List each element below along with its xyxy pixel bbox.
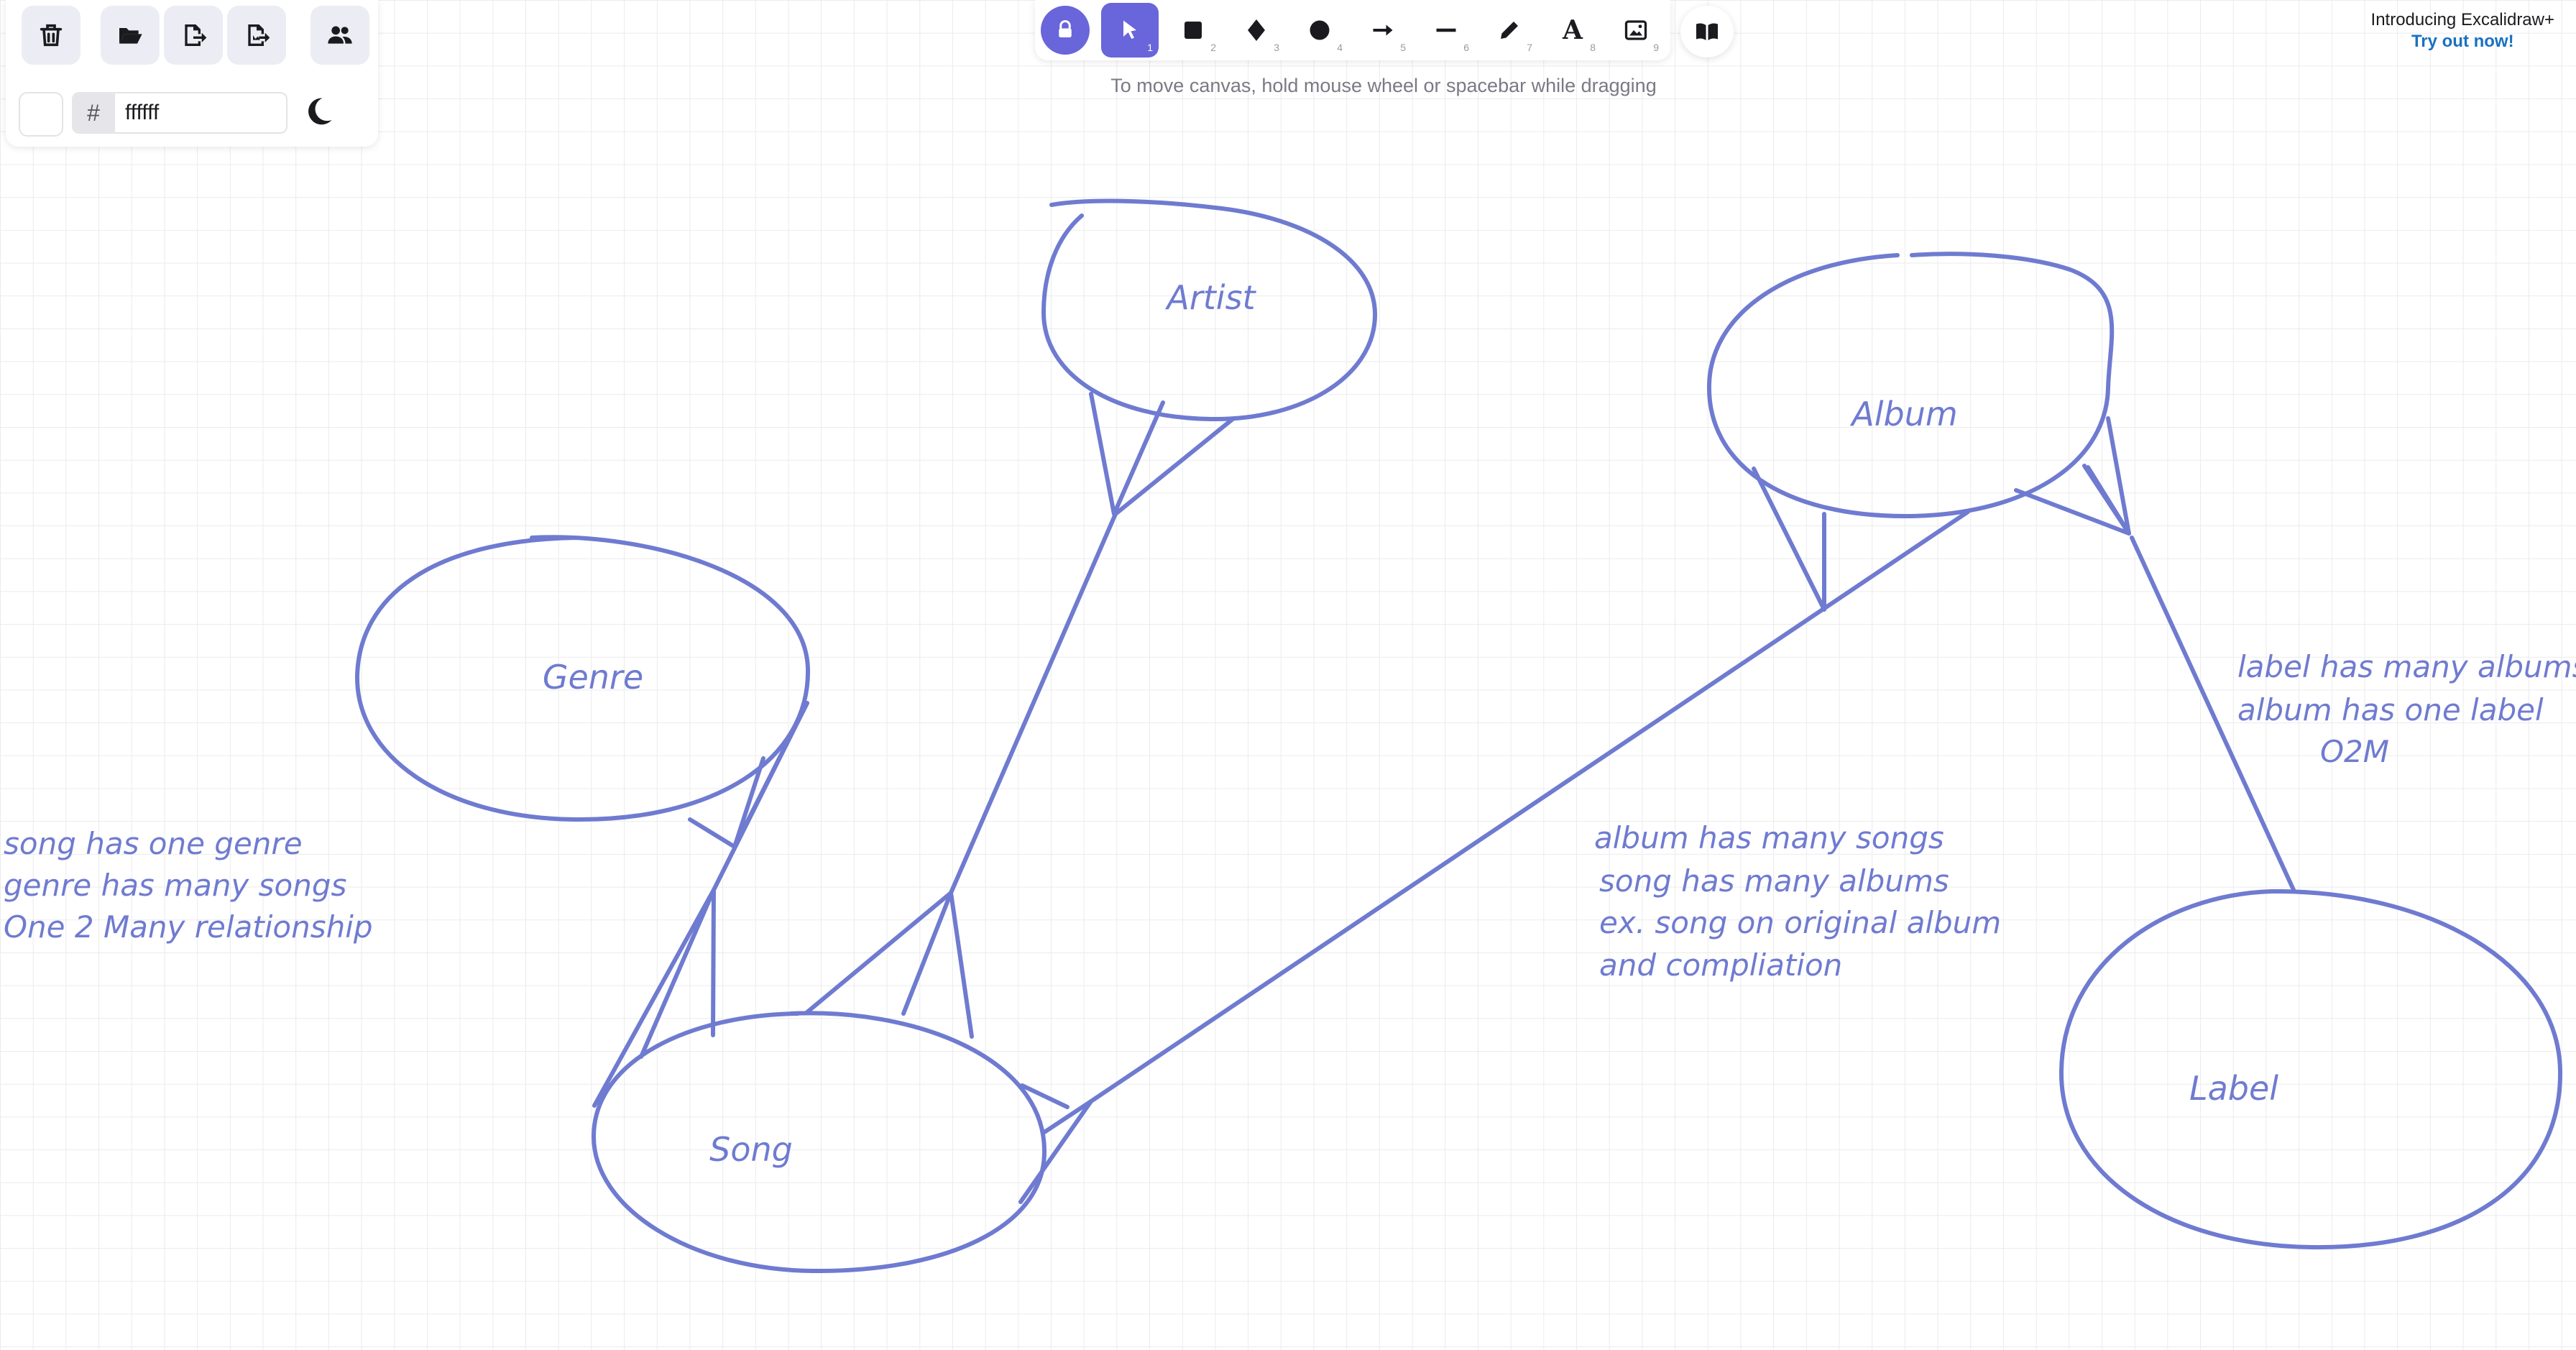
- text-icon: A: [1563, 15, 1583, 45]
- note-genre-song-1: song has one genre: [4, 826, 303, 861]
- book-icon: [1696, 23, 1718, 40]
- save-to-button[interactable]: [164, 6, 223, 65]
- song-artist-line[interactable]: [949, 512, 1118, 895]
- song-ellipse[interactable]: [591, 1011, 1047, 1274]
- note-genre-song-3: One 2 Many relationship: [4, 909, 373, 945]
- song-label: Song: [709, 1130, 793, 1169]
- library-button[interactable]: [1680, 6, 1734, 58]
- lock-icon: [1059, 20, 1072, 37]
- artist-label: Artist: [1164, 278, 1256, 317]
- excalidraw-plus-promo: Introducing Excalidraw+ Try out now!: [2371, 10, 2554, 52]
- image-icon: [1624, 20, 1647, 40]
- tool-image[interactable]: 9: [1607, 3, 1665, 58]
- tool-key: 5: [1400, 42, 1406, 53]
- cursor-icon: [1123, 20, 1136, 39]
- tool-key: 9: [1653, 42, 1659, 53]
- diamond-icon: [1248, 19, 1265, 41]
- canvas-actions-panel: #: [6, 0, 378, 147]
- background-color-swatch[interactable]: [19, 92, 63, 137]
- tool-key: 1: [1147, 42, 1153, 53]
- tool-key: 4: [1337, 42, 1343, 53]
- line-icon: [1436, 28, 1456, 32]
- open-button[interactable]: [101, 6, 160, 65]
- tool-text[interactable]: A 8: [1544, 3, 1601, 58]
- clear-canvas-button[interactable]: [22, 6, 80, 65]
- tool-arrow[interactable]: 5: [1354, 3, 1412, 58]
- promo-try-link[interactable]: Try out now!: [2371, 32, 2554, 52]
- label-ellipse[interactable]: [2058, 888, 2563, 1250]
- trash-icon: [40, 24, 63, 47]
- folder-open-icon: [119, 28, 142, 44]
- genre-label: Genre: [543, 658, 643, 697]
- song-album-line[interactable]: [1089, 510, 1970, 1103]
- note-album-song-1: album has many songs: [1594, 820, 1944, 855]
- live-collaboration-button[interactable]: [310, 6, 369, 65]
- tool-key: 7: [1527, 42, 1532, 53]
- promo-title: Introducing Excalidraw+: [2370, 10, 2554, 29]
- arrow-icon: [1373, 24, 1393, 36]
- note-album-song-3: ex. song on original album: [1599, 905, 2001, 940]
- note-genre-song-2: genre has many songs: [4, 868, 346, 903]
- circle-icon: [1310, 20, 1330, 40]
- keep-tool-lock-button[interactable]: [1041, 6, 1090, 55]
- tool-key: 3: [1274, 42, 1279, 53]
- tool-ellipse[interactable]: 4: [1291, 3, 1348, 58]
- note-album-song-2: song has many albums: [1599, 863, 1949, 899]
- drawing-canvas[interactable]: Artist Album Genre Song Label song has o…: [0, 0, 2576, 1350]
- moon-icon[interactable]: [299, 93, 336, 131]
- tool-key: 8: [1590, 42, 1596, 53]
- label-entity-label: Label: [2189, 1069, 2278, 1108]
- tool-rectangle[interactable]: 2: [1164, 3, 1222, 58]
- pencil-icon: [1501, 22, 1518, 39]
- album-label: Album: [1849, 395, 1957, 433]
- export-image-button[interactable]: [227, 6, 286, 65]
- note-label-album-3: O2M: [2320, 734, 2389, 769]
- users-icon: [328, 26, 352, 44]
- note-label-album-2: album has one label: [2237, 692, 2544, 727]
- tool-selection[interactable]: 1: [1101, 3, 1159, 58]
- image-export-icon: [248, 24, 270, 46]
- file-export-icon: [185, 24, 207, 46]
- note-label-album-1: label has many albums: [2237, 649, 2576, 684]
- background-color-input[interactable]: [115, 92, 288, 134]
- tool-draw[interactable]: 7: [1481, 3, 1538, 58]
- hex-prefix: #: [72, 92, 115, 134]
- tool-key: 6: [1463, 42, 1469, 53]
- tool-diamond[interactable]: 3: [1228, 3, 1285, 58]
- square-icon: [1184, 22, 1202, 39]
- album-ellipse[interactable]: [1706, 252, 2115, 518]
- note-album-song-4: and compliation: [1599, 947, 1842, 983]
- tool-key: 2: [1210, 42, 1216, 53]
- canvas-hint: To move canvas, hold mouse wheel or spac…: [1110, 75, 1657, 96]
- tool-line[interactable]: 6: [1417, 3, 1475, 58]
